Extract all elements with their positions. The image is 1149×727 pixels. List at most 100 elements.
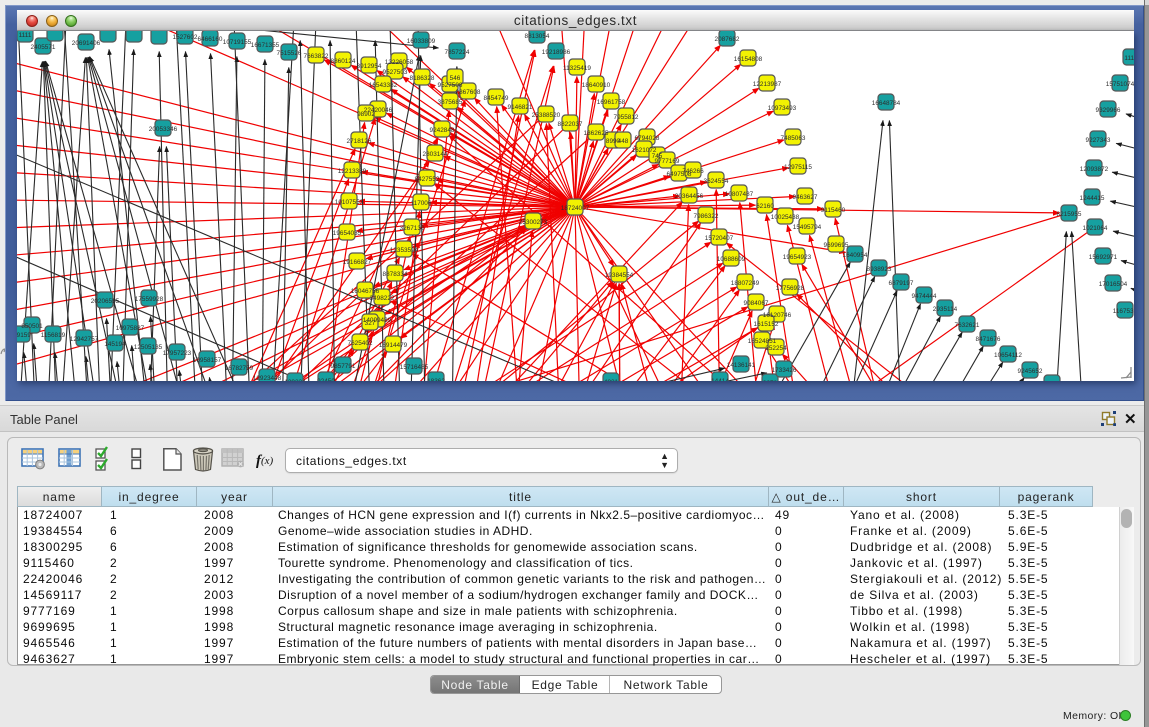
svg-text:8186328: 8186328 — [410, 75, 435, 82]
svg-text:6794028: 6794028 — [635, 135, 660, 142]
svg-text:850501: 850501 — [21, 323, 43, 330]
svg-text:25388520: 25388520 — [532, 112, 561, 119]
svg-text:9146821: 9146821 — [508, 104, 533, 111]
svg-text:1527602: 1527602 — [173, 34, 198, 41]
svg-text:12942757: 12942757 — [70, 336, 99, 343]
svg-text:1021064: 1021064 — [1083, 225, 1108, 232]
svg-text:9527503: 9527503 — [383, 69, 408, 76]
svg-text:19654923: 19654923 — [783, 254, 812, 261]
svg-text:7986322: 7986322 — [694, 213, 719, 220]
svg-text:3875685: 3875685 — [438, 99, 463, 106]
svg-text:10973493: 10973493 — [768, 105, 797, 112]
svg-text:2867608: 2867608 — [456, 89, 481, 96]
svg-text:1156819: 1156819 — [41, 332, 66, 339]
svg-text:8454749: 8454749 — [484, 95, 509, 102]
svg-text:746266: 746266 — [682, 168, 704, 175]
svg-text:15692971: 15692971 — [1089, 254, 1118, 261]
svg-text:20691406: 20691406 — [72, 40, 101, 47]
svg-text:10975887: 10975887 — [116, 325, 145, 332]
svg-text:20364456: 20364456 — [675, 193, 704, 200]
svg-text:117006: 117006 — [411, 200, 432, 207]
svg-text:8860124: 8860124 — [331, 58, 356, 65]
svg-text:7955812: 7955812 — [614, 114, 639, 121]
svg-text:18807249: 18807249 — [731, 280, 760, 287]
svg-text:62160: 62160 — [756, 203, 774, 210]
svg-text:7485063: 7485063 — [781, 135, 806, 142]
svg-text:9242848: 9242848 — [430, 127, 455, 134]
svg-text:7663822: 7663822 — [304, 53, 329, 60]
svg-text:9857791: 9857791 — [331, 363, 356, 370]
svg-text:25300273: 25300273 — [519, 219, 548, 226]
svg-text:448: 448 — [618, 138, 629, 145]
svg-text:20206555: 20206555 — [91, 298, 120, 305]
svg-text:10107553: 10107553 — [335, 199, 364, 206]
svg-text:10719155: 10719155 — [223, 39, 252, 46]
svg-text:3624554: 3624554 — [704, 178, 729, 185]
svg-text:6466160: 6466160 — [198, 36, 223, 43]
svg-text:16524851: 16524851 — [748, 338, 777, 345]
svg-text:1117: 1117 — [1124, 55, 1134, 62]
svg-text:15720407: 15720407 — [705, 235, 734, 242]
svg-text:16961758: 16961758 — [597, 99, 626, 106]
svg-text:9227343: 9227343 — [1086, 137, 1111, 144]
svg-text:18362: 18362 — [427, 378, 445, 381]
svg-text:2803144: 2803144 — [423, 151, 448, 158]
svg-text:16033809: 16033809 — [407, 38, 436, 45]
svg-text:8878334: 8878334 — [383, 271, 408, 278]
svg-text:7515526: 7515526 — [277, 50, 302, 57]
svg-text:3498222: 3498222 — [370, 295, 395, 302]
svg-text:9777169: 9777169 — [655, 158, 680, 165]
svg-text:17016504: 17016504 — [1099, 281, 1128, 288]
svg-text:1733426: 1733426 — [772, 367, 797, 374]
svg-text:13226058: 13226058 — [385, 59, 414, 66]
svg-text:14414: 14414 — [711, 378, 729, 381]
svg-text:1111: 1111 — [19, 32, 32, 39]
svg-text:19654035: 19654035 — [333, 230, 362, 237]
svg-text:1615152: 1615152 — [754, 321, 779, 328]
svg-text:2935114: 2935114 — [933, 306, 958, 313]
svg-text:16046756: 16046756 — [351, 288, 380, 295]
svg-text:1167531: 1167531 — [1113, 308, 1134, 315]
svg-text:8427552: 8427552 — [415, 176, 440, 183]
svg-text:10807487: 10807487 — [725, 191, 754, 198]
svg-text:4921: 4921 — [604, 379, 619, 381]
svg-text:18640910: 18640910 — [582, 82, 611, 89]
svg-text:145194: 145194 — [104, 341, 126, 348]
svg-text:16671355: 16671355 — [251, 42, 280, 49]
svg-text:39159: 39159 — [17, 332, 31, 339]
svg-text:16154808: 16154808 — [734, 56, 763, 63]
svg-text:16543382: 16543382 — [369, 82, 398, 89]
svg-text:7625402: 7625402 — [348, 340, 373, 347]
svg-text:16914479: 16914479 — [379, 342, 408, 349]
svg-text:17756928: 17756928 — [776, 285, 805, 292]
svg-text:8912954: 8912954 — [357, 63, 382, 70]
svg-text:1244415: 1244415 — [1080, 195, 1105, 202]
svg-text:12213987: 12213987 — [753, 81, 782, 88]
svg-text:9527508: 9527508 — [438, 82, 463, 89]
svg-text:9329966: 9329966 — [1096, 107, 1121, 114]
svg-text:15751074: 15751074 — [1106, 81, 1134, 88]
svg-text:16648784: 16648784 — [872, 100, 901, 107]
svg-text:9699695: 9699695 — [824, 242, 849, 249]
svg-text:12975115: 12975115 — [784, 164, 812, 171]
svg-text:8471676: 8471676 — [976, 336, 1001, 343]
svg-text:9084067: 9084067 — [744, 300, 769, 307]
svg-text:129234: 129234 — [284, 379, 306, 381]
svg-text:19166827: 19166827 — [343, 259, 372, 266]
svg-text:17957223: 17957223 — [163, 350, 192, 357]
svg-text:(x): (x) — [261, 455, 274, 467]
svg-text:12353594: 12353594 — [390, 247, 419, 254]
svg-text:6879197: 6879197 — [889, 280, 914, 287]
svg-text:9115460: 9115460 — [821, 207, 846, 214]
svg-text:92450: 92450 — [317, 378, 335, 381]
svg-text:1640954: 1640954 — [843, 252, 868, 259]
svg-text:8215955: 8215955 — [1057, 211, 1082, 218]
svg-text:252254: 252254 — [765, 345, 787, 352]
svg-text:9245652: 9245652 — [1018, 368, 1043, 375]
svg-text:12505135: 12505135 — [134, 344, 163, 351]
svg-text:3267130: 3267130 — [400, 225, 425, 232]
svg-text:16120746: 16120746 — [763, 312, 792, 319]
svg-text:12213389: 12213389 — [338, 168, 367, 175]
svg-text:10654112: 10654112 — [994, 352, 1022, 359]
svg-text:7857224: 7857224 — [445, 49, 470, 56]
